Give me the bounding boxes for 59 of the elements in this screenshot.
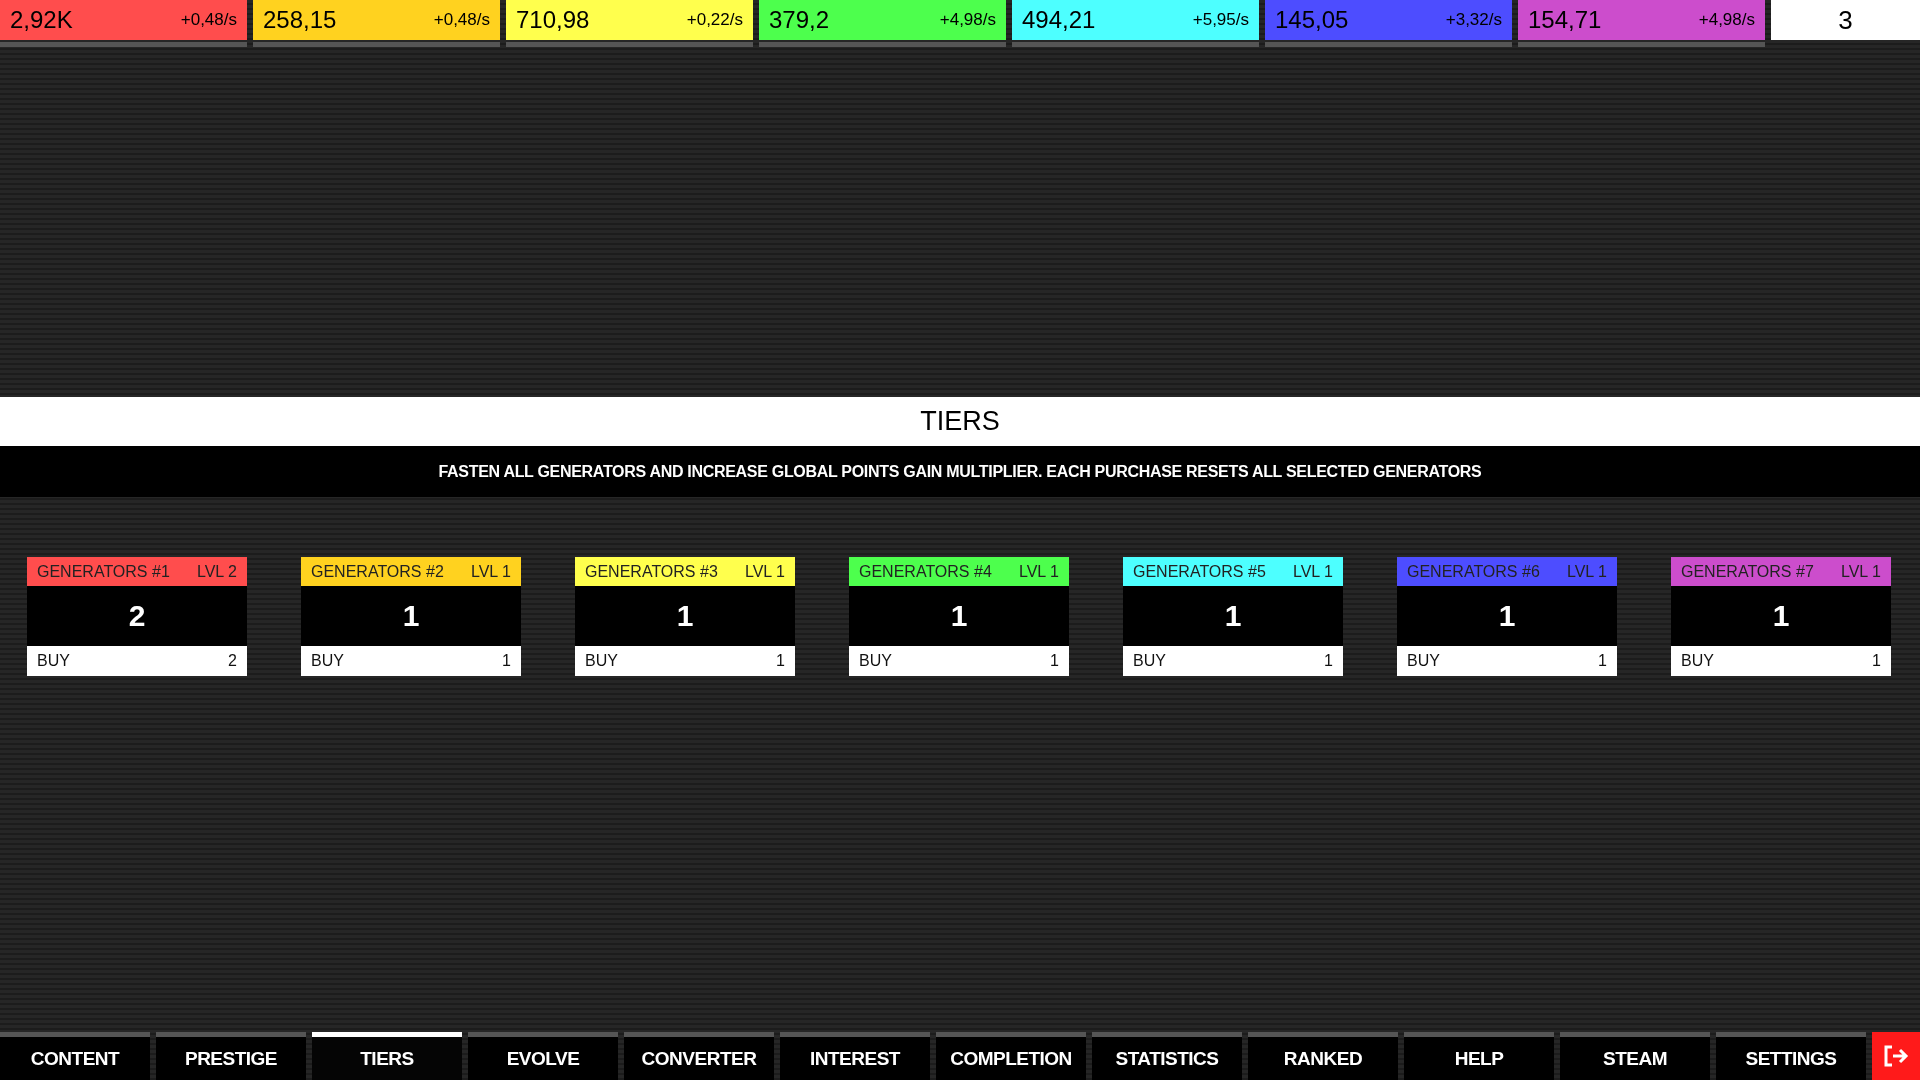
buy-button[interactable]: BUY 1 [1123, 646, 1343, 676]
tier-value: 2 [27, 586, 247, 646]
tier-value: 1 [575, 586, 795, 646]
resource-rate: +5,95/s [1192, 10, 1249, 30]
resource-rate: +3,32/s [1445, 10, 1502, 30]
nav-tab[interactable]: CONTENT [0, 1037, 150, 1080]
tier-value: 1 [301, 586, 521, 646]
nav-tab[interactable]: HELP [1404, 1037, 1554, 1080]
tier-name: GENERATORS #4 [859, 562, 992, 581]
resource-rate: +4,98/s [939, 10, 996, 30]
exit-icon [1883, 1045, 1909, 1067]
counter-value: 3 [1771, 0, 1920, 40]
nav-tab[interactable]: COMPLETION [936, 1037, 1086, 1080]
nav-tab[interactable]: PRESTIGE [156, 1037, 306, 1080]
tier-level: LVL 1 [1840, 562, 1881, 581]
tier-name: GENERATORS #6 [1407, 562, 1540, 581]
tier-name: GENERATORS #7 [1681, 562, 1814, 581]
nav-tab[interactable]: CONVERTER [624, 1037, 774, 1080]
buy-button[interactable]: BUY 1 [1671, 646, 1891, 676]
nav-tab[interactable]: RANKED [1248, 1037, 1398, 1080]
nav-tab[interactable]: INTEREST [780, 1037, 930, 1080]
buy-button[interactable]: BUY 1 [849, 646, 1069, 676]
tier-level: LVL 1 [1566, 562, 1607, 581]
tier-value: 1 [1123, 586, 1343, 646]
tier-level: LVL 1 [1292, 562, 1333, 581]
resource-rate: +0,48/s [180, 10, 237, 30]
nav-tab[interactable]: SETTINGS [1716, 1037, 1866, 1080]
tier-name: GENERATORS #2 [311, 562, 444, 581]
tier-value: 1 [849, 586, 1069, 646]
resource-amount: 710,98 [516, 6, 590, 34]
resource-amount: 2,92K [10, 6, 73, 34]
tier-level: LVL 1 [744, 562, 785, 581]
resource-rate: +0,22/s [686, 10, 743, 30]
tier-level: LVL 2 [196, 562, 237, 581]
resource-amount: 494,21 [1022, 6, 1096, 34]
nav-tab[interactable]: EVOLVE [468, 1037, 618, 1080]
tier-value: 1 [1671, 586, 1891, 646]
resource-rate: +0,48/s [433, 10, 490, 30]
tier-name: GENERATORS #5 [1133, 562, 1266, 581]
section-title: TIERS [0, 397, 1920, 446]
buy-button[interactable]: BUY 2 [27, 646, 247, 676]
buy-button[interactable]: BUY 1 [575, 646, 795, 676]
tier-value: 1 [1397, 586, 1617, 646]
tier-level: LVL 1 [1018, 562, 1059, 581]
exit-button[interactable] [1872, 1032, 1920, 1080]
resource-rate: +4,98/s [1698, 10, 1755, 30]
resource-amount: 379,2 [769, 6, 830, 34]
resource-amount: 145,05 [1275, 6, 1349, 34]
resource-amount: 258,15 [263, 6, 337, 34]
buy-button[interactable]: BUY 1 [1397, 646, 1617, 676]
tier-name: GENERATORS #3 [585, 562, 718, 581]
nav-tab[interactable]: STATISTICS [1092, 1037, 1242, 1080]
nav-tab[interactable]: TIERS [312, 1037, 462, 1080]
tier-level: LVL 1 [470, 562, 511, 581]
tier-name: GENERATORS #1 [37, 562, 170, 581]
buy-button[interactable]: BUY 1 [301, 646, 521, 676]
section-description: FASTEN ALL GENERATORS AND INCREASE GLOBAL POINTS GAIN MULTIPLIER. EACH PURCHASE RESETS ALL SELECTED GENERATORS [0, 446, 1920, 497]
nav-tab[interactable]: STEAM [1560, 1037, 1710, 1080]
resource-amount: 154,71 [1528, 6, 1602, 34]
